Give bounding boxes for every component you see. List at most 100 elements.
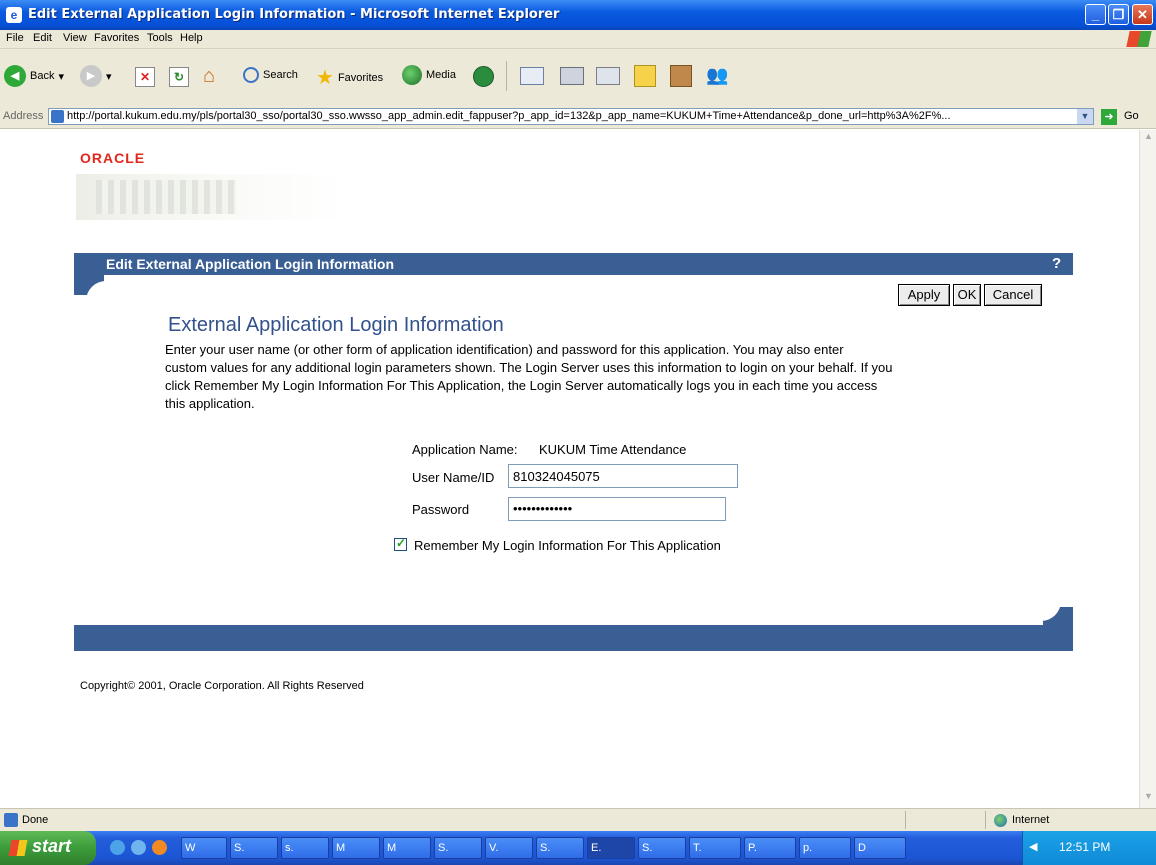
menu-tools[interactable]: Tools — [147, 32, 173, 44]
zone-text: Internet — [1012, 814, 1050, 826]
minimize-button[interactable]: _ — [1085, 4, 1106, 25]
taskbar-item-active[interactable]: E. — [587, 837, 635, 859]
maximize-button[interactable]: ❐ — [1108, 4, 1129, 25]
status-divider — [905, 811, 906, 829]
forward-arrow-icon: ▶ — [80, 65, 102, 87]
quicklaunch-ie-icon[interactable] — [110, 840, 125, 855]
status-text: Done — [22, 814, 49, 826]
oracle-logo: ORACLE — [80, 150, 146, 166]
go-arrow-icon[interactable]: ➜ — [1101, 109, 1117, 125]
search-button[interactable]: Search — [243, 67, 298, 83]
taskbar-item[interactable]: W — [181, 837, 227, 859]
app-name-value: KUKUM Time Attendance — [539, 442, 687, 457]
menu-bar: File Edit View Favorites Tools Help — [0, 30, 1156, 49]
messenger-icon[interactable]: 👥 — [706, 65, 728, 86]
home-icon[interactable]: ⌂ — [203, 65, 215, 88]
menu-file[interactable]: File — [6, 32, 24, 44]
internet-zone-icon — [994, 814, 1007, 827]
clock: 12:51 PM — [1059, 840, 1111, 854]
taskbar-item[interactable]: S. — [230, 837, 278, 859]
address-label: Address — [3, 110, 44, 122]
ok-button[interactable]: OK — [953, 284, 981, 306]
title-bar[interactable]: e Edit External Application Login Inform… — [0, 0, 1156, 30]
remember-label: Remember My Login Information For This A… — [414, 538, 721, 553]
refresh-icon[interactable]: ↻ — [169, 67, 189, 87]
taskbar-item[interactable]: p. — [799, 837, 851, 859]
status-divider — [985, 811, 986, 829]
window-title: Edit External Application Login Informat… — [28, 7, 560, 22]
menu-edit[interactable]: Edit — [33, 32, 52, 44]
cancel-button[interactable]: Cancel — [984, 284, 1042, 306]
system-tray: ◀ 12:51 PM — [1022, 831, 1156, 865]
start-label: start — [32, 836, 72, 856]
forward-button[interactable]: ▶ ▾ — [80, 65, 112, 87]
ie-window-icon: e — [6, 7, 22, 23]
back-button[interactable]: ◀ Back ▾ — [4, 65, 64, 87]
banner-curve — [74, 275, 126, 321]
taskbar-item[interactable]: S. — [638, 837, 686, 859]
section-heading: External Application Login Information — [168, 314, 504, 336]
stop-icon[interactable]: ✕ — [135, 67, 155, 87]
page-content: ORACLE Edit External Application Login I… — [8, 130, 1139, 808]
close-button[interactable]: ✕ — [1132, 4, 1153, 25]
username-field[interactable] — [508, 464, 738, 488]
favorites-button[interactable]: ★ Favorites — [316, 65, 383, 90]
password-field[interactable]: ••••••••••••• — [508, 497, 726, 521]
page-icon — [51, 110, 64, 123]
intro-line: click Remember My Login Information For … — [165, 378, 878, 393]
address-dropdown-icon[interactable]: ▼ — [1077, 109, 1093, 124]
windows-flag-icon — [1126, 31, 1152, 47]
remember-checkbox[interactable]: ✓ — [394, 536, 407, 551]
taskbar-item[interactable]: T. — [689, 837, 741, 859]
media-button[interactable]: Media — [402, 65, 456, 85]
toolbar: ◀ Back ▾ ▶ ▾ ✕ ↻ ⌂ Search ★ Favorites Medi… — [0, 49, 1156, 107]
search-icon — [243, 67, 259, 83]
done-page-icon — [4, 813, 18, 827]
menu-help[interactable]: Help — [180, 32, 203, 44]
back-arrow-icon: ◀ — [4, 65, 26, 87]
help-icon[interactable]: ? — [1052, 255, 1061, 272]
star-icon: ★ — [316, 67, 334, 89]
status-bar: Done Internet — [0, 808, 1156, 832]
discuss-icon[interactable] — [634, 65, 656, 87]
password-mask: ••••••••••••• — [513, 501, 573, 516]
menu-view[interactable]: View — [63, 32, 87, 44]
tray-expand-icon[interactable]: ◀ — [1029, 840, 1037, 853]
print-icon[interactable] — [560, 67, 584, 85]
toolbar-separator — [506, 61, 507, 91]
taskbar-item[interactable]: S. — [434, 837, 482, 859]
mail-icon[interactable] — [520, 67, 544, 85]
taskbar-item[interactable]: D — [854, 837, 906, 859]
go-button[interactable]: Go — [1124, 110, 1139, 122]
taskbar-item[interactable]: M — [332, 837, 380, 859]
username-label: User Name/ID — [412, 470, 495, 485]
oracle-logo-graphic — [76, 174, 346, 220]
taskbar-item[interactable]: S. — [536, 837, 584, 859]
apply-button[interactable]: Apply — [898, 284, 950, 306]
footer-banner — [74, 625, 1073, 651]
vertical-scrollbar[interactable]: ▲ ▼ — [1139, 130, 1156, 808]
taskbar-item[interactable]: V. — [485, 837, 533, 859]
start-button[interactable]: start — [0, 831, 96, 865]
history-icon[interactable] — [473, 66, 494, 87]
address-input[interactable]: http://portal.kukum.edu.my/pls/portal30_… — [48, 108, 1094, 125]
scroll-down-icon[interactable]: ▼ — [1141, 791, 1156, 806]
taskbar-item[interactable]: M — [383, 837, 431, 859]
quicklaunch-media-icon[interactable] — [152, 840, 167, 855]
edit-icon[interactable] — [596, 67, 620, 85]
address-bar: Address http://portal.kukum.edu.my/pls/p… — [0, 106, 1156, 129]
header-banner: Edit External Application Login Informat… — [74, 253, 1073, 275]
app-name-label: Application Name: — [412, 442, 518, 457]
taskbar: start W S. s. M M S. V. S. E. S. T. P. p… — [0, 831, 1156, 865]
footer-curve — [1021, 581, 1073, 625]
taskbar-item[interactable]: s. — [281, 837, 329, 859]
taskbar-item[interactable]: P. — [744, 837, 796, 859]
intro-line: Enter your user name (or other form of a… — [165, 342, 844, 357]
quicklaunch-ie2-icon[interactable] — [131, 840, 146, 855]
intro-text: Enter your user name (or other form of a… — [165, 341, 965, 413]
research-icon[interactable] — [670, 65, 692, 87]
menu-favorites[interactable]: Favorites — [94, 32, 139, 44]
page-title: Edit External Application Login Informat… — [106, 256, 395, 272]
copyright: Copyright© 2001, Oracle Corporation. All… — [80, 680, 364, 692]
scroll-up-icon[interactable]: ▲ — [1141, 131, 1156, 146]
